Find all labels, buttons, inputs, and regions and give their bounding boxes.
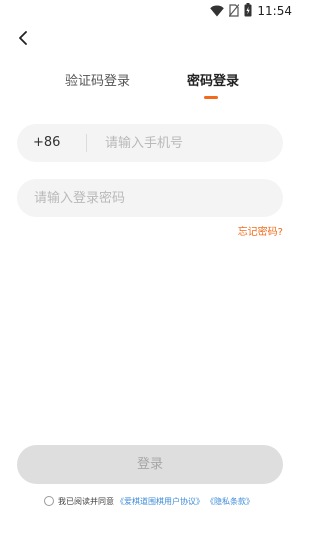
- forgot-password-link[interactable]: 忘记密码?: [238, 226, 283, 240]
- agreement-checkbox[interactable]: [44, 496, 54, 506]
- active-tab-indicator: [204, 96, 218, 99]
- agreement: 我已阅读并同意 《爱棋道围棋用户协议》 《隐私条款》: [44, 494, 254, 508]
- chevron-left-icon: [18, 30, 28, 49]
- user-agreement-link[interactable]: 《爱棋道围棋用户协议》: [116, 496, 204, 507]
- battery-charging-icon: [244, 2, 252, 21]
- login-tabs: 验证码登录 密码登录: [0, 72, 300, 102]
- status-icons: 11:54: [210, 2, 292, 21]
- login-button[interactable]: 登录: [17, 445, 283, 484]
- wifi-icon: [210, 2, 225, 21]
- tab-sms-login[interactable]: 验证码登录: [65, 72, 130, 92]
- privacy-policy-link[interactable]: 《隐私条款》: [206, 496, 254, 507]
- phone-field: +86: [17, 124, 283, 162]
- agreement-text: 我已阅读并同意: [58, 496, 114, 506]
- status-time: 11:54: [257, 4, 292, 18]
- status-bar: 11:54: [0, 0, 300, 22]
- country-code-divider: [86, 134, 87, 152]
- password-input[interactable]: [34, 179, 274, 217]
- country-code[interactable]: +86: [33, 124, 60, 162]
- password-field: [17, 179, 283, 217]
- back-button[interactable]: [12, 28, 34, 50]
- no-sim-icon: [228, 2, 240, 21]
- phone-input[interactable]: [105, 124, 275, 162]
- tab-password-login[interactable]: 密码登录: [187, 72, 239, 92]
